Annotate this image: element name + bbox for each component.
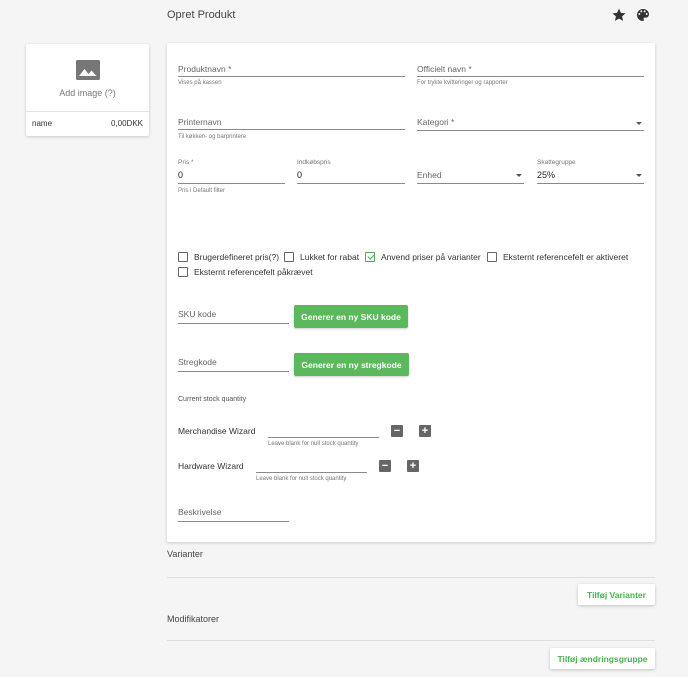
preview-name: name <box>32 119 53 128</box>
checkbox-lukket-for-rabat[interactable]: Lukket for rabat <box>284 252 359 262</box>
page-title: Opret Produkt <box>167 9 236 21</box>
stock-underline <box>268 437 379 438</box>
officielt-navn-label: Officielt navn * <box>417 64 472 74</box>
image-icon <box>76 60 100 80</box>
product-form-card: Produktnavn * Vises på kassen Officielt … <box>167 43 655 542</box>
palette-icon[interactable] <box>635 7 651 23</box>
checkbox-label: Eksternt referencefelt er aktiveret <box>503 252 629 262</box>
checkbox-eksternt-referencefelt-aktiveret[interactable]: Eksternt referencefelt er aktiveret <box>487 252 628 262</box>
stock-hint: Leave blank for null stock quantity <box>256 476 347 482</box>
checkbox-checked-icon[interactable] <box>365 252 375 262</box>
add-image-link[interactable]: Add image (?) <box>26 88 149 98</box>
enhed-caret-icon <box>516 174 522 177</box>
kategori-select[interactable]: Kategori * <box>417 115 644 135</box>
checkbox-label: Brugerdefineret pris(?) <box>194 252 280 262</box>
stock-underline <box>256 472 367 473</box>
kategori-caret-icon <box>636 122 642 125</box>
beskrivelse-input[interactable]: Beskrivelse <box>178 506 289 526</box>
stock-hint: Leave blank for null stock quantity <box>268 441 359 447</box>
pris-value: 0 <box>178 170 184 180</box>
printernavn-hint: Til køkken- og barprintere <box>178 134 247 140</box>
indkobspris-label: Indkøbspris <box>297 159 331 166</box>
enhed-label: Enhed <box>417 170 442 180</box>
checkbox-label: Lukket for rabat <box>300 252 360 262</box>
plus-icon[interactable]: + <box>407 460 419 472</box>
skattegruppe-caret-icon <box>636 174 642 177</box>
minus-icon[interactable]: − <box>379 460 391 472</box>
produktnavn-field[interactable]: Produktnavn * Vises på kassen <box>178 62 405 102</box>
checkbox-brugerdefineret-pris[interactable]: Brugerdefineret pris(?) <box>178 252 279 262</box>
sku-label: SKU kode <box>178 309 217 319</box>
officielt-navn-field[interactable]: Officielt navn * For trykte kvitteringer… <box>417 62 644 102</box>
generate-sku-button[interactable]: Generer en ny SKU kode <box>294 305 408 328</box>
checkbox-box[interactable] <box>178 267 188 277</box>
checkbox-anvend-priser-pa-varianter[interactable]: Anvend priser på varianter <box>365 252 481 262</box>
checkbox-eksternt-referencefelt-pakraevet[interactable]: Eksternt referencefelt påkrævet <box>178 267 313 277</box>
checkbox-box[interactable] <box>284 252 294 262</box>
stregkode-label: Stregkode <box>178 357 217 367</box>
beskrivelse-underline <box>178 521 289 522</box>
beskrivelse-label: Beskrivelse <box>178 507 222 517</box>
skattegruppe-label: Skattegruppe <box>537 159 576 166</box>
stregkode-underline <box>178 371 289 372</box>
indkobspris-field[interactable]: Indkøbspris 0 <box>297 159 405 187</box>
printernavn-label: Printernavn <box>178 117 222 127</box>
checkbox-label: Eksternt referencefelt påkrævet <box>194 267 313 277</box>
indkobspris-underline <box>297 183 405 184</box>
product-image-card[interactable]: Add image (?) name 0,00DKK <box>26 44 149 136</box>
modifikatorer-divider <box>167 640 655 641</box>
sku-input[interactable]: SKU kode <box>178 308 289 328</box>
plus-icon[interactable]: + <box>419 425 431 437</box>
stock-title: Current stock quantity <box>178 396 247 403</box>
minus-icon[interactable]: − <box>391 425 403 437</box>
preview-price: 0,00DKK <box>110 119 143 128</box>
produktnavn-underline <box>178 76 405 77</box>
printernavn-field[interactable]: Printernavn Til køkken- og barprintere <box>178 115 405 145</box>
skattegruppe-value: 25% <box>537 170 556 180</box>
star-icon[interactable] <box>611 7 627 23</box>
stock-row-name: Merchandise Wizard <box>178 426 256 436</box>
modifikatorer-title: Modifikatorer <box>167 614 220 624</box>
produktnavn-hint: Vises på kassen <box>178 80 222 86</box>
pris-underline <box>178 183 285 184</box>
card-divider <box>26 111 149 112</box>
stock-row-name: Hardware Wizard <box>178 461 244 471</box>
officielt-navn-underline <box>417 76 644 77</box>
add-variant-button[interactable]: Tilføj Varianter <box>578 584 655 605</box>
skattegruppe-underline <box>537 183 644 184</box>
hardware-wizard-stock-input[interactable]: Leave blank for null stock quantity <box>256 458 367 486</box>
pris-label: Pris * <box>178 159 194 166</box>
merchandise-wizard-stock-input[interactable]: Leave blank for null stock quantity <box>268 423 379 451</box>
checkbox-label: Anvend priser på varianter <box>381 252 481 262</box>
sku-underline <box>178 323 289 324</box>
varianter-title: Varianter <box>167 549 203 559</box>
enhed-underline <box>417 183 524 184</box>
generate-stregkode-button[interactable]: Generer en ny stregkode <box>294 353 409 376</box>
pris-field[interactable]: Pris * 0 Pris i Default filter <box>178 159 285 199</box>
stregkode-input[interactable]: Stregkode <box>178 356 289 376</box>
checkbox-box[interactable] <box>487 252 497 262</box>
checkbox-box[interactable] <box>178 252 188 262</box>
officielt-navn-hint: For trykte kvitteringer og rapporter <box>417 80 508 86</box>
printernavn-underline <box>178 129 405 130</box>
kategori-label: Kategori * <box>417 117 455 127</box>
enhed-select[interactable]: Enhed <box>417 159 524 187</box>
kategori-underline <box>417 130 644 131</box>
pris-hint: Pris i Default filter <box>178 188 226 194</box>
indkobspris-value: 0 <box>297 170 303 180</box>
add-modifier-group-button[interactable]: Tilføj ændringsgruppe <box>550 648 655 669</box>
produktnavn-label: Produktnavn * <box>178 64 232 74</box>
varianter-divider <box>167 577 655 578</box>
skattegruppe-select[interactable]: Skattegruppe 25% <box>537 159 644 187</box>
